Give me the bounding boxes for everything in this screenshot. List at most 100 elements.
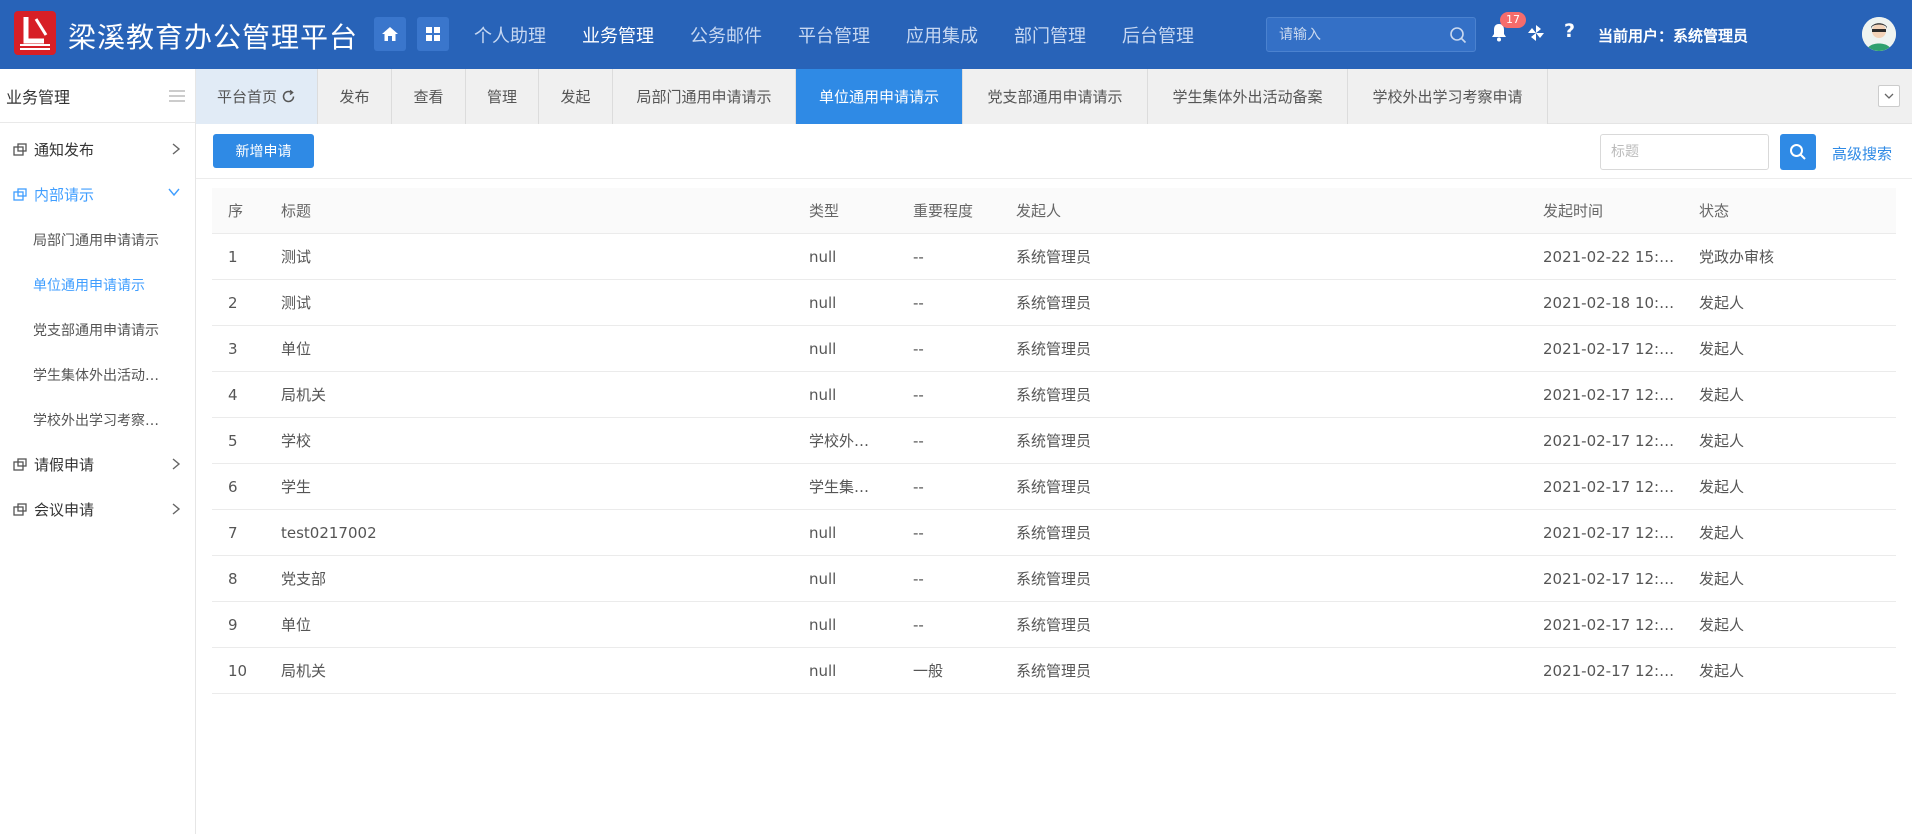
cell-type: 学生集… (809, 478, 870, 496)
help-icon[interactable]: ? (1564, 20, 1575, 42)
nav-department-management[interactable]: 部门管理 (1014, 22, 1086, 48)
apps-button[interactable] (417, 17, 449, 51)
main-nav: 个人助理 业务管理 公务邮件 平台管理 应用集成 部门管理 后台管理 (474, 0, 1230, 69)
cell-importance: -- (913, 385, 924, 404)
col-header-type[interactable]: 类型 (793, 200, 897, 221)
table-row[interactable]: 6 学生 学生集… -- 系统管理员 2021-02-17 12:… 发起人 (212, 464, 1896, 510)
current-user: 当前用户：系统管理员 (1598, 27, 1749, 45)
sidebar: 业务管理 通知发布 内部请示 局部门通用申请请示 单位通用申请请示 党支部通用申… (0, 69, 196, 834)
tab-bar: 平台首页 发布 查看 管理 发起 局部门通用申请请示 单位通用申请请示 党支部通… (196, 69, 1912, 124)
cell-time: 2021-02-17 12:… (1543, 523, 1675, 542)
tab-student-activity[interactable]: 学生集体外出活动备案 (1148, 69, 1348, 124)
cell-no: 6 (228, 477, 238, 496)
box-icon (13, 503, 28, 516)
table-row[interactable]: 4 局机关 null -- 系统管理员 2021-02-17 12:… 发起人 (212, 372, 1896, 418)
tab-initiate[interactable]: 发起 (539, 69, 613, 124)
tab-publish[interactable]: 发布 (318, 69, 392, 124)
grid-icon (426, 27, 440, 41)
menu-icon[interactable] (169, 89, 185, 103)
col-header-no[interactable]: 序 (212, 200, 265, 221)
cell-initiator: 系统管理员 (1016, 432, 1092, 450)
search-icon (1790, 144, 1806, 160)
cell-no: 8 (228, 569, 238, 588)
sidebar-item-student-activity[interactable]: 学生集体外出活动… (0, 352, 195, 397)
sidebar-item-unit-request[interactable]: 单位通用申请请示 (0, 262, 195, 307)
advanced-search-link[interactable]: 高级搜索 (1832, 143, 1892, 164)
cell-initiator: 系统管理员 (1016, 570, 1092, 588)
search-icon[interactable] (1449, 26, 1467, 44)
sidebar-group-meeting[interactable]: 会议申请 (0, 487, 195, 532)
cell-initiator: 系统管理员 (1016, 616, 1092, 634)
sidebar-item-party-branch-request[interactable]: 党支部通用申请请示 (0, 307, 195, 352)
col-header-status[interactable]: 状态 (1683, 200, 1896, 221)
tab-view[interactable]: 查看 (392, 69, 466, 124)
cell-importance: -- (913, 477, 924, 496)
table-row[interactable]: 5 学校 学校外… -- 系统管理员 2021-02-17 12:… 发起人 (212, 418, 1896, 464)
tab-party-branch-request[interactable]: 党支部通用申请请示 (963, 69, 1148, 124)
nav-business-management[interactable]: 业务管理 (582, 22, 654, 48)
cell-time: 2021-02-17 12:… (1543, 569, 1675, 588)
cell-status: 发起人 (1699, 616, 1745, 634)
header-search-input[interactable] (1267, 18, 1475, 51)
table-row[interactable]: 7 test0217002 null -- 系统管理员 2021-02-17 12:… 发起… (212, 510, 1896, 556)
avatar[interactable] (1862, 17, 1896, 51)
nav-platform-management[interactable]: 平台管理 (798, 22, 870, 48)
nav-official-mail[interactable]: 公务邮件 (690, 22, 762, 48)
cell-title: 单位 (281, 340, 312, 358)
sidebar-group-internal-request[interactable]: 内部请示 (0, 172, 195, 217)
col-header-title[interactable]: 标题 (265, 200, 793, 221)
home-icon (382, 27, 398, 41)
col-header-time[interactable]: 发起时间 (1527, 200, 1683, 221)
nav-app-integration[interactable]: 应用集成 (906, 22, 978, 48)
cell-importance: -- (913, 569, 924, 588)
sidebar-group-notice[interactable]: 通知发布 (0, 127, 195, 172)
box-icon (13, 458, 28, 471)
cell-time: 2021-02-17 12:… (1543, 431, 1675, 450)
cell-type: null (809, 569, 837, 588)
pinwheel-icon[interactable] (1527, 24, 1545, 42)
cell-title: 局机关 (281, 386, 327, 404)
tab-platform-home[interactable]: 平台首页 (196, 69, 318, 124)
table-row[interactable]: 10 局机关 null 一般 系统管理员 2021-02-17 12:… 发起人 (212, 648, 1896, 694)
cell-initiator: 系统管理员 (1016, 524, 1092, 542)
table-row[interactable]: 2 测试 null -- 系统管理员 2021-02-18 10:… 发起人 (212, 280, 1896, 326)
box-icon (13, 188, 28, 201)
search-button[interactable] (1780, 134, 1816, 170)
tab-school-study[interactable]: 学校外出学习考察申请 (1348, 69, 1548, 124)
cell-initiator: 系统管理员 (1016, 478, 1092, 496)
cell-title: 党支部 (281, 570, 327, 588)
col-header-initiator[interactable]: 发起人 (1000, 200, 1527, 221)
title-search-input[interactable] (1600, 134, 1769, 170)
sidebar-item-bureau-request[interactable]: 局部门通用申请请示 (0, 217, 195, 262)
sidebar-group-leave[interactable]: 请假申请 (0, 442, 195, 487)
table-row[interactable]: 8 党支部 null -- 系统管理员 2021-02-17 12:… 发起人 (212, 556, 1896, 602)
cell-importance: -- (913, 339, 924, 358)
cell-title: 局机关 (281, 662, 327, 680)
home-button[interactable] (374, 17, 406, 51)
cell-status: 发起人 (1699, 432, 1745, 450)
sidebar-item-school-study[interactable]: 学校外出学习考察… (0, 397, 195, 442)
table-row[interactable]: 9 单位 null -- 系统管理员 2021-02-17 12:… 发起人 (212, 602, 1896, 648)
nav-backend-management[interactable]: 后台管理 (1122, 22, 1194, 48)
app-title: 梁溪教育办公管理平台 (68, 21, 359, 54)
tab-unit-request[interactable]: 单位通用申请请示 (796, 69, 963, 124)
table-row[interactable]: 1 测试 null -- 系统管理员 2021-02-22 15:… 党政办审核 (212, 234, 1896, 280)
sidebar-title: 业务管理 (0, 69, 195, 123)
request-table: 序 标题 类型 重要程度 发起人 发起时间 状态 1 测试 null -- 系统管理员 2… (212, 188, 1896, 694)
table-row[interactable]: 3 单位 null -- 系统管理员 2021-02-17 12:… 发起人 (212, 326, 1896, 372)
tab-bureau-request[interactable]: 局部门通用申请请示 (613, 69, 796, 124)
tab-manage[interactable]: 管理 (466, 69, 539, 124)
cell-type: null (809, 293, 837, 312)
chevron-right-icon (172, 503, 181, 515)
cell-status: 发起人 (1699, 478, 1745, 496)
top-header: 梁溪教育办公管理平台 个人助理 业务管理 公务邮件 平台管理 应用集成 部门管理… (0, 0, 1912, 69)
refresh-icon[interactable] (281, 89, 296, 104)
tab-more-button[interactable] (1878, 85, 1900, 107)
nav-personal-assistant[interactable]: 个人助理 (474, 22, 546, 48)
col-header-importance[interactable]: 重要程度 (897, 200, 1000, 221)
cell-importance: -- (913, 615, 924, 634)
cell-importance: -- (913, 431, 924, 450)
cell-time: 2021-02-17 12:… (1543, 477, 1675, 496)
new-request-button[interactable]: 新增申请 (213, 134, 314, 168)
cell-importance: -- (913, 523, 924, 542)
